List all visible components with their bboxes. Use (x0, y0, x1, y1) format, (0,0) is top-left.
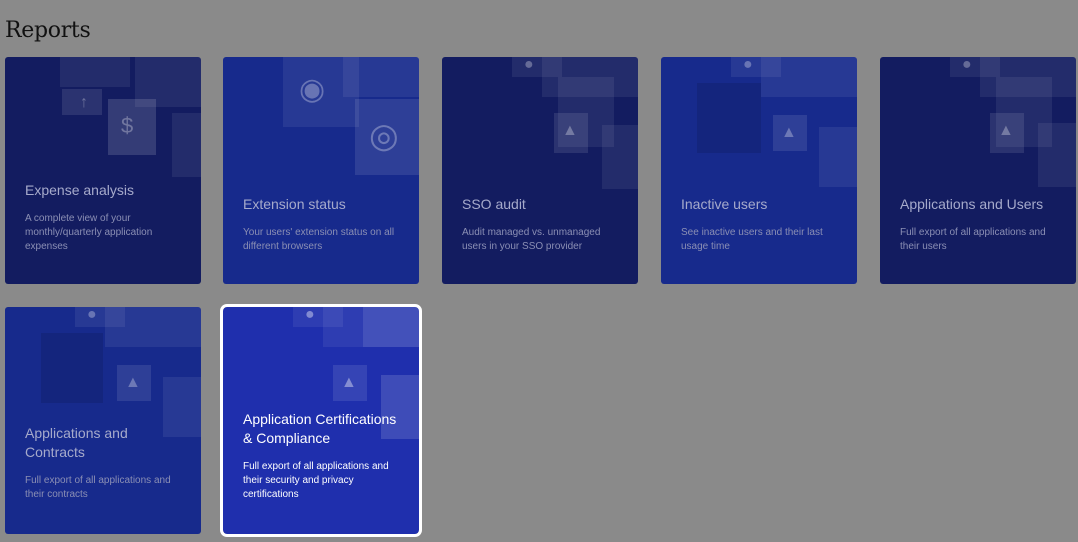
triangle-icon: ▲ (998, 122, 1014, 139)
triangle-icon: ▲ (341, 374, 357, 391)
report-card-sso-audit[interactable]: ● ▲ SSO audit Audit managed vs. unmanage… (442, 57, 638, 284)
circle-icon: ● (524, 57, 534, 73)
card-title: Application Certifications & Compliance (243, 411, 397, 446)
card-description: Full export of all applications and thei… (25, 475, 171, 500)
page-title: Reports (5, 17, 91, 43)
card-description: A complete view of your monthly/quarterl… (25, 213, 153, 252)
card-description: Your users' extension status on all diff… (243, 227, 395, 252)
report-card-application-certifications-compliance[interactable]: ● ▲ Application Certifications & Complia… (220, 304, 422, 537)
triangle-icon: ▲ (125, 374, 141, 391)
report-card-inactive-users[interactable]: ● ▲ Inactive users See inactive users an… (661, 57, 857, 284)
dollar-icon: $ (121, 113, 134, 138)
card-description: Audit managed vs. unmanaged users in you… (462, 227, 601, 252)
report-card-expense-analysis[interactable]: ↑ $ Expense analysis A complete view of … (5, 57, 201, 284)
report-card-applications-and-contracts[interactable]: ● ▲ Applications and Contracts Full expo… (5, 307, 201, 534)
firefox-icon: ◉ (299, 73, 326, 106)
card-title: Inactive users (681, 196, 768, 212)
card-title: Applications and Users (900, 196, 1044, 212)
circle-icon: ● (87, 307, 97, 323)
circle-icon: ● (305, 307, 315, 323)
card-description: Full export of all applications and thei… (900, 227, 1046, 252)
card-title: Applications and Contracts (25, 425, 128, 460)
card-title: Expense analysis (25, 182, 134, 198)
triangle-icon: ▲ (781, 124, 797, 141)
card-title: Extension status (243, 196, 346, 212)
report-card-extension-status[interactable]: ◉ ◎ Extension status Your users' extensi… (223, 57, 419, 284)
card-description: Full export of all applications and thei… (243, 461, 389, 500)
circle-icon: ● (743, 57, 753, 73)
report-card-applications-and-users[interactable]: ● ▲ Applications and Users Full export o… (880, 57, 1076, 284)
card-title: SSO audit (462, 196, 526, 212)
arrow-up-icon: ↑ (80, 94, 88, 111)
triangle-icon: ▲ (562, 122, 578, 139)
card-description: See inactive users and their last usage … (681, 227, 823, 252)
chrome-icon: ◎ (369, 117, 399, 155)
circle-icon: ● (962, 57, 972, 73)
